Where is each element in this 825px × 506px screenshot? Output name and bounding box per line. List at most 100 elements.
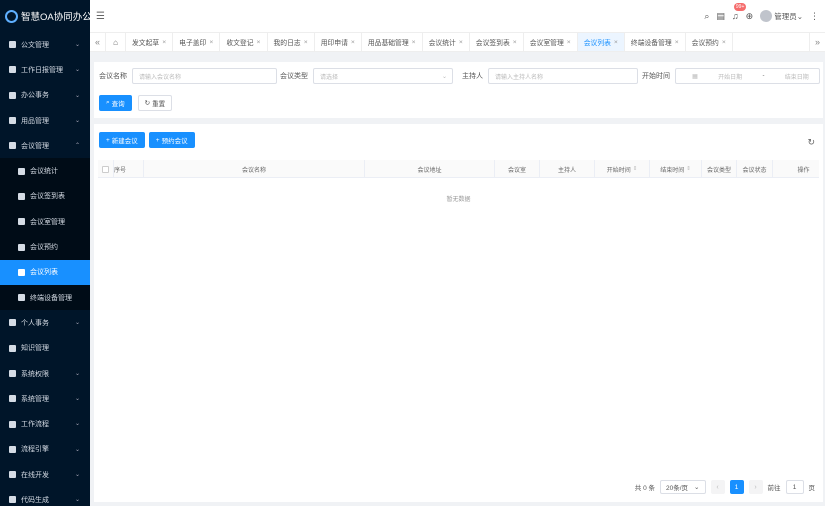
sidebar-item-permission[interactable]: 系统权限 ⌄ (0, 361, 90, 386)
sidebar-item-report[interactable]: 工作日报管理 ⌄ (0, 57, 90, 82)
date-range-picker[interactable]: ▦ 开始日期 - 结束日期 (675, 68, 820, 84)
page-unit: 页 (808, 485, 816, 492)
workflow-icon (9, 420, 16, 428)
tab-item[interactable]: 会议签到表 × (470, 33, 524, 51)
pagination: 共 0 条 20条/页 ⌄ ‹ 1 › 前往 1 页 (635, 480, 815, 494)
close-icon[interactable]: × (675, 39, 679, 46)
top-header: ☰ ⌕ ▤ ♫ 99+ ⊕ 管理员 ⌄ ⋮ (90, 0, 825, 32)
sidebar-item-room[interactable]: 会议室管理 (0, 209, 90, 235)
tab-item[interactable]: 会议统计 × (423, 33, 470, 51)
sidebar-item-workflow[interactable]: 工作流程 ⌄ (0, 411, 90, 436)
column-header-label: 会议状态 (742, 167, 767, 174)
chevron-down-icon: ⌄ (694, 484, 700, 491)
sidebar-item-signin[interactable]: 会议签到表 (0, 183, 90, 210)
page-number-current[interactable]: 1 (729, 480, 744, 494)
empty-state: 暂无数据 (446, 197, 471, 203)
column-header-label: 会议室 (507, 167, 526, 174)
tab-item[interactable]: 收文登记 × (220, 33, 268, 51)
tab-item[interactable]: 会议预约 × (686, 33, 733, 51)
sidebar-item-online-dev[interactable]: 在线开发 ⌄ (0, 462, 90, 487)
close-icon[interactable]: × (513, 39, 517, 46)
sidebar-item-device[interactable]: 终端设备管理 (0, 284, 90, 311)
permission-icon (9, 370, 16, 377)
refresh-icon[interactable]: ↻ (807, 137, 815, 148)
sidebar-item-knowledge[interactable]: 知识管理 (0, 336, 90, 361)
close-icon[interactable]: × (567, 39, 571, 46)
chevron-icon: ⌄ (74, 42, 80, 48)
sort-icon[interactable]: ⇕ (633, 166, 638, 172)
search-icon: ⌕ (106, 99, 110, 106)
next-page-button[interactable]: › (748, 480, 763, 494)
sidebar-item-label: 工作流程 (21, 421, 49, 429)
sidebar-item-label: 会议管理 (21, 142, 49, 150)
close-icon[interactable]: × (459, 39, 463, 46)
tabs-scroll-right-icon[interactable]: » (809, 33, 825, 51)
sidebar-item-system[interactable]: 系统管理 ⌄ (0, 386, 90, 411)
close-icon[interactable]: × (257, 39, 261, 46)
total-count: 共 0 条 (634, 485, 655, 492)
search-icon[interactable]: ⌕ (704, 11, 709, 22)
more-vertical-icon[interactable]: ⋮ (810, 11, 819, 22)
reserve-meeting-button[interactable]: + 预约会议 (148, 132, 195, 148)
column-header[interactable]: 结束时间 ⇕ (650, 160, 702, 178)
tab-item[interactable]: 用印申请 × (315, 33, 362, 51)
tab-item[interactable]: 电子盖印 × (173, 33, 221, 51)
chevron-icon: ⌄ (74, 370, 80, 377)
menu-toggle-icon[interactable]: ☰ (96, 11, 105, 22)
column-header: 主持人 (540, 160, 595, 178)
goto-page-input[interactable]: 1 (785, 480, 804, 494)
chevron-icon: ⌄ (74, 421, 80, 428)
sidebar-item-label: 工作日报管理 (21, 66, 63, 74)
tab-item[interactable]: 我的日志 × (268, 33, 315, 51)
meeting-type-select[interactable]: 请选择 ⌄ (313, 68, 453, 84)
close-icon[interactable]: × (614, 39, 618, 46)
column-header: 会议状态 (737, 160, 773, 178)
add-meeting-button[interactable]: + 新建会议 (99, 132, 145, 148)
column-header: 序号 (114, 160, 144, 178)
sidebar-item-supplies[interactable]: 用品管理 ⌄ (0, 108, 90, 133)
close-icon[interactable]: × (412, 39, 416, 46)
tab-label: 发文起草 (132, 40, 160, 47)
report-icon (9, 66, 16, 74)
sidebar-item-office[interactable]: 办公事务 ⌄ (0, 83, 90, 108)
prev-page-button[interactable]: ‹ (710, 480, 725, 494)
tab-item[interactable]: 会议室管理 × (524, 33, 578, 51)
host-input[interactable]: 请输入主持人名称 (488, 68, 638, 84)
user-menu[interactable]: 管理员 ⌄ (760, 10, 803, 22)
page-size-select[interactable]: 20条/页 ⌄ (660, 480, 706, 494)
close-icon[interactable]: × (351, 39, 355, 46)
tab-item[interactable]: 发文起草 × (126, 33, 174, 51)
document-icon[interactable]: ▤ (716, 11, 725, 22)
column-header[interactable]: 开始时间 ⇕ (595, 160, 650, 178)
globe-icon[interactable]: ⊕ (746, 11, 754, 22)
office-icon (9, 91, 16, 99)
tab-item[interactable]: 终端设备管理 × (625, 33, 686, 51)
sidebar-item-engine[interactable]: 流程引擎 ⌄ (0, 437, 90, 462)
sidebar-item-doc[interactable]: 公文管理 ⌄ (0, 32, 90, 57)
query-button[interactable]: ⌕ 查询 (99, 95, 132, 111)
tab-label: 用品基础管理 (367, 40, 409, 47)
tab-item[interactable]: 会议列表 × (577, 33, 625, 51)
bell-icon[interactable]: ♫ 99+ (732, 3, 747, 21)
tab-item[interactable]: 用品基础管理 × (362, 33, 423, 51)
close-icon[interactable]: × (209, 39, 213, 46)
refresh-icon: ↻ (144, 100, 151, 107)
sidebar-item-label: 用品管理 (21, 117, 49, 125)
sort-icon[interactable]: ⇕ (686, 166, 691, 172)
meeting-name-input[interactable]: 请输入会议名称 (132, 68, 277, 84)
select-all-checkbox[interactable] (102, 165, 109, 173)
reset-button[interactable]: ↻ 重置 (137, 95, 173, 111)
sidebar-item-personal[interactable]: 个人事务 ⌄ (0, 310, 90, 335)
tabs-scroll-left-icon[interactable]: « (90, 33, 106, 51)
sidebar-item-codegen[interactable]: 代码生成 ⌄ (0, 487, 90, 506)
sidebar-item-label: 终端设备管理 (30, 294, 72, 302)
sidebar-item-reserve[interactable]: 会议预约 (0, 234, 90, 260)
sidebar-item-list[interactable]: 会议列表 (0, 259, 90, 285)
sidebar-item-stats[interactable]: 会议统计 (0, 158, 90, 184)
close-icon[interactable]: × (722, 39, 726, 46)
sidebar-item-meeting[interactable]: 会议管理 ⌃ (0, 133, 90, 158)
chevron-icon: ⌄ (74, 67, 80, 74)
close-icon[interactable]: × (162, 39, 166, 46)
home-icon[interactable]: ⌂ (106, 33, 126, 51)
close-icon[interactable]: × (304, 39, 308, 46)
